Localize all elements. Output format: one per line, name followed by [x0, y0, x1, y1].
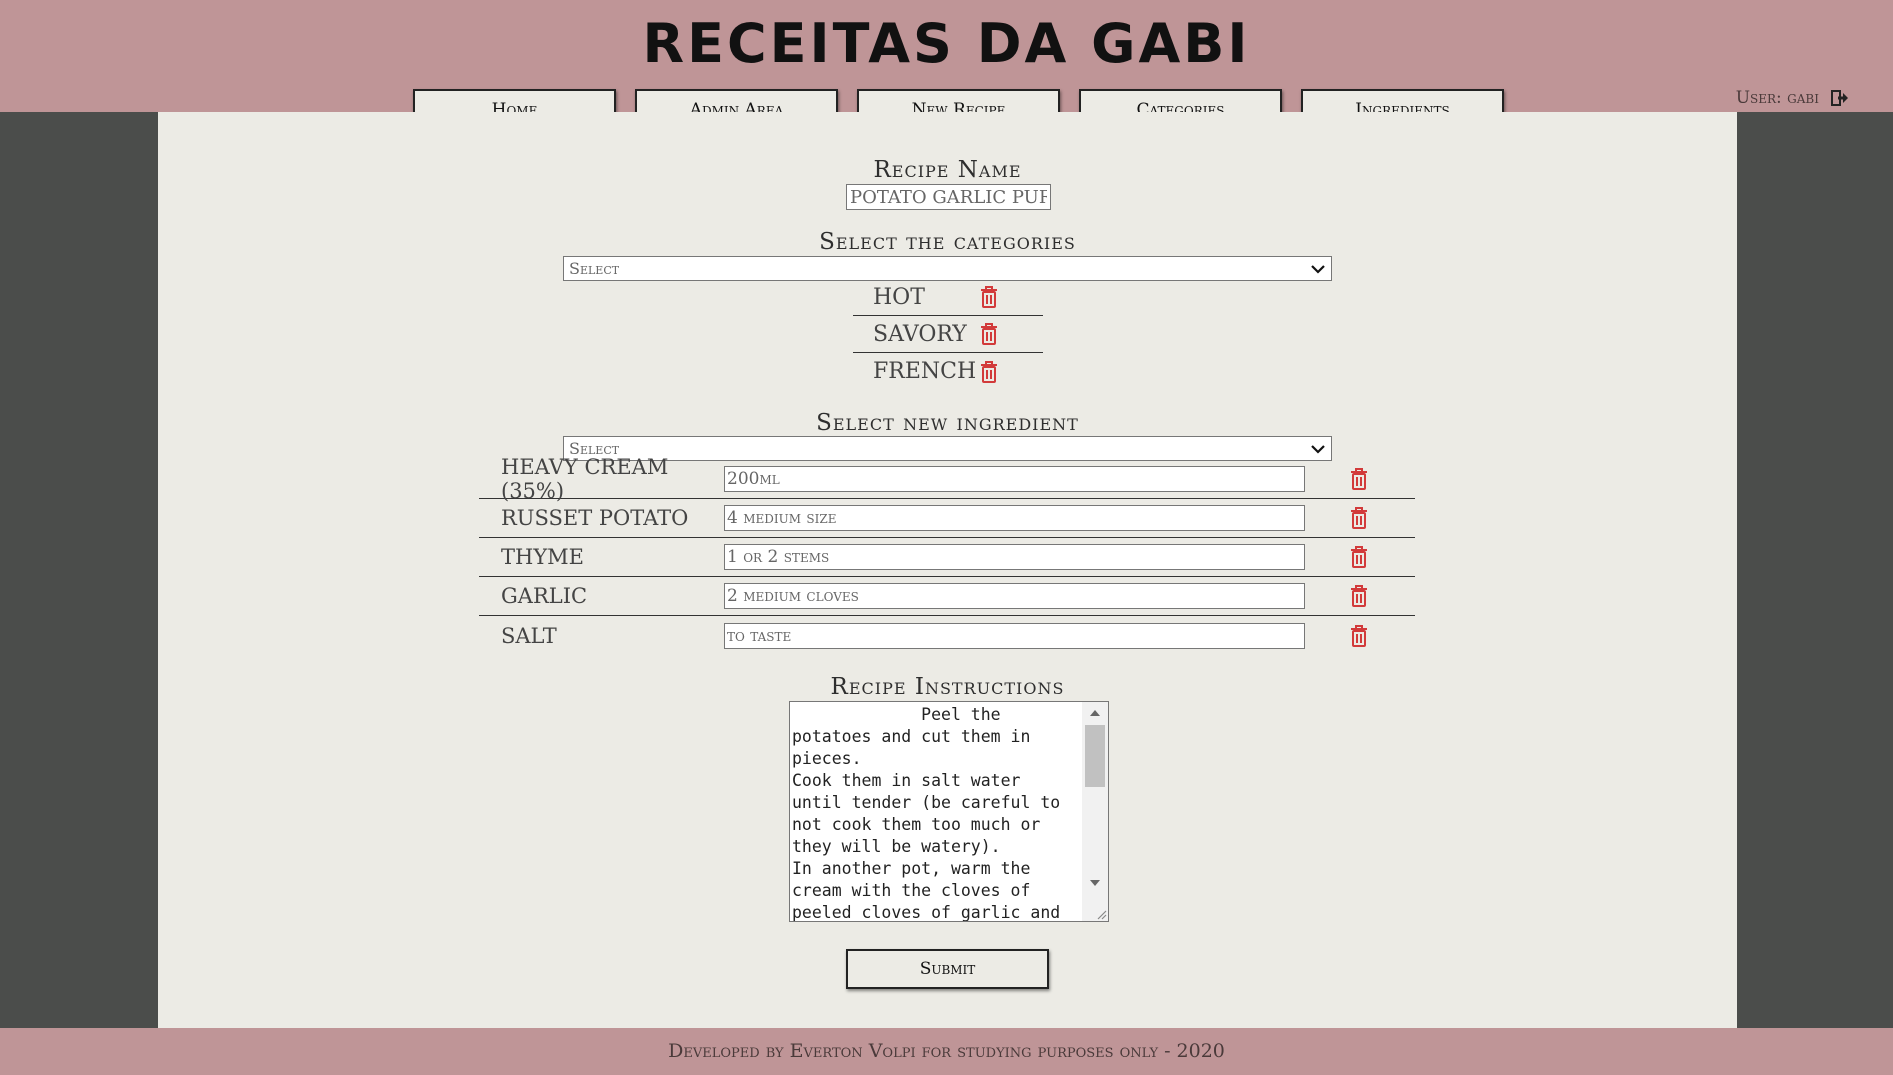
scroll-down-arrow-icon[interactable]: [1090, 879, 1100, 887]
trash-icon[interactable]: [1348, 584, 1370, 608]
scroll-up-arrow-icon[interactable]: [1090, 709, 1100, 717]
category-name: french: [873, 359, 977, 384]
category-item: french: [853, 353, 1043, 390]
categories-label: Select the categories: [819, 229, 1076, 255]
category-name: savory: [873, 321, 967, 347]
ingredient-row: heavy cream (35%): [479, 455, 1415, 503]
ingredient-row: thyme: [479, 538, 1415, 577]
instructions-label: Recipe Instructions: [830, 674, 1065, 700]
trash-icon[interactable]: [1348, 545, 1370, 569]
chevron-down-icon: [1311, 445, 1325, 454]
ingredient-quantity-input[interactable]: [724, 622, 1305, 649]
category-select[interactable]: Select: [563, 256, 1332, 281]
ingredient-label: Select new ingredient: [816, 410, 1079, 436]
trash-icon[interactable]: [978, 322, 1000, 346]
resize-grip-icon[interactable]: [1095, 908, 1107, 920]
ingredient-name: garlic: [501, 584, 588, 608]
site-title: RECEITAS DA GABI: [642, 12, 1251, 75]
logout-icon[interactable]: [1831, 89, 1849, 107]
submit-button[interactable]: Submit: [846, 949, 1049, 989]
ingredient-name: russet potato: [501, 506, 689, 530]
trash-icon[interactable]: [1348, 467, 1370, 491]
trash-icon[interactable]: [978, 360, 1000, 384]
category-item: savory: [853, 316, 1043, 353]
category-name: hot: [873, 284, 925, 310]
trash-icon[interactable]: [978, 285, 1000, 309]
ingredient-name: salt: [501, 623, 557, 648]
ingredient-quantity-input[interactable]: [724, 583, 1305, 609]
chevron-down-icon: [1311, 265, 1325, 274]
scrollbar-thumb[interactable]: [1085, 725, 1105, 787]
ingredient-quantity-input[interactable]: [724, 505, 1305, 531]
trash-icon[interactable]: [1348, 624, 1370, 648]
ingredient-name: heavy cream (35%): [501, 455, 669, 503]
recipe-form: Recipe Name Select the categories Select…: [158, 112, 1737, 1028]
ingredient-name: thyme: [501, 545, 585, 569]
recipe-name-input[interactable]: [846, 184, 1051, 210]
ingredient-row: russet potato: [479, 499, 1415, 538]
trash-icon[interactable]: [1348, 506, 1370, 530]
recipe-name-label: Recipe Name: [873, 157, 1022, 183]
user-info: User: gabi: [1736, 88, 1849, 108]
ingredient-row: garlic: [479, 577, 1415, 616]
category-item: hot: [853, 279, 1043, 316]
instructions-scrollbar[interactable]: [1082, 702, 1108, 921]
ingredient-quantity-input[interactable]: [724, 544, 1305, 570]
instructions-textarea[interactable]: Peel the potatoes and cut them in pieces…: [789, 701, 1109, 922]
footer: Developed by Everton Volpi for studying …: [0, 1028, 1893, 1075]
ingredient-row: salt: [479, 616, 1415, 655]
user-label: User: gabi: [1735, 88, 1819, 108]
instructions-text[interactable]: Peel the potatoes and cut them in pieces…: [790, 702, 1081, 921]
ingredient-quantity-input[interactable]: [724, 466, 1305, 492]
